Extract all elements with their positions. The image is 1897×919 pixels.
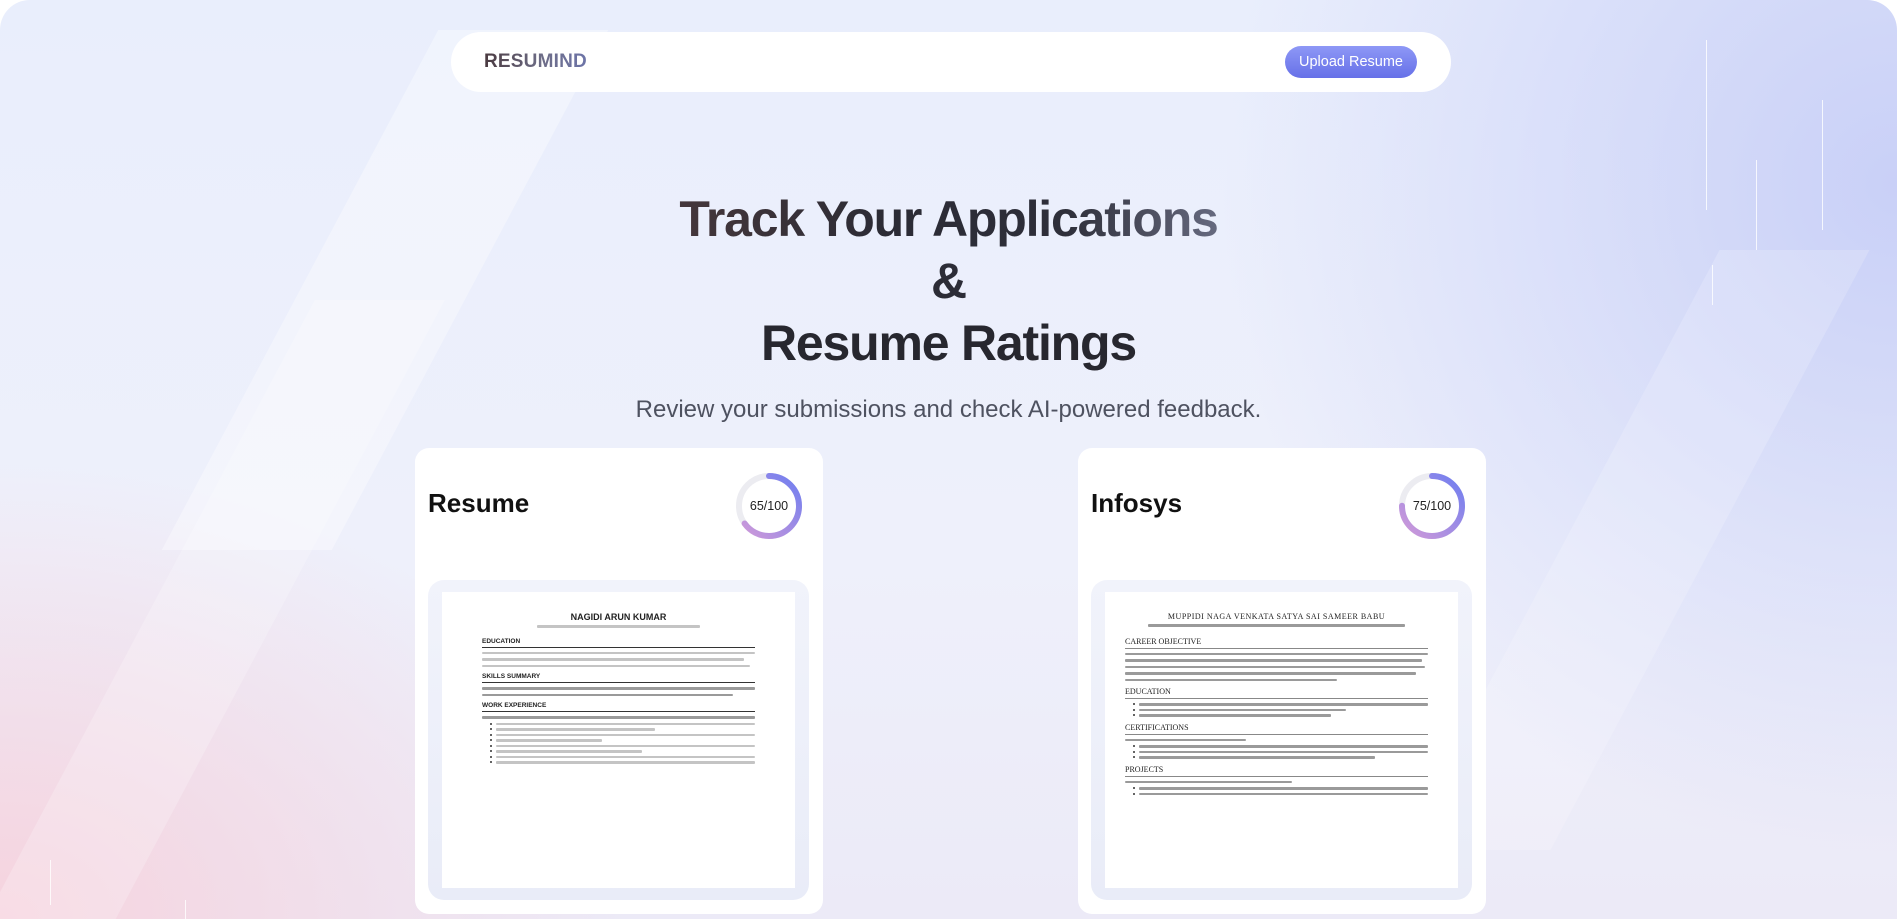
score-ring: 75/100 xyxy=(1398,472,1466,540)
resume-section-heading: CERTIFICATIONS xyxy=(1125,723,1428,735)
resume-card[interactable]: Infosys 75/100 MUPPIDI NAGA VENKATA SATY… xyxy=(1078,448,1486,914)
decorative-line xyxy=(50,860,51,905)
hero-section: Track Your Applications & Resume Ratings… xyxy=(0,188,1897,424)
upload-resume-button[interactable]: Upload Resume xyxy=(1285,46,1417,78)
resume-document-image: MUPPIDI NAGA VENKATA SATYA SAI SAMEER BA… xyxy=(1105,592,1458,888)
resume-section-heading: EDUCATION xyxy=(1125,687,1428,699)
decorative-line xyxy=(1706,40,1707,210)
page-background: RESUMIND Upload Resume Track Your Applic… xyxy=(0,0,1897,919)
resume-section-heading: CAREER OBJECTIVE xyxy=(1125,637,1428,649)
resume-card[interactable]: Resume 65/100 NAGIDI ARUN KUMAR EDUCATIO… xyxy=(415,448,823,914)
resume-preview[interactable]: NAGIDI ARUN KUMAR EDUCATION SKILLS SUMMA… xyxy=(428,580,809,900)
score-value: 65/100 xyxy=(749,499,789,513)
card-title: Infosys xyxy=(1091,488,1183,518)
score-value: 75/100 xyxy=(1412,499,1452,513)
resume-section-heading: WORK EXPERIENCE xyxy=(482,702,755,712)
resume-contact-line xyxy=(1125,624,1428,627)
score-ring: 65/100 xyxy=(735,472,803,540)
page-title-line-2: Resume Ratings xyxy=(761,315,1137,371)
card-title: Resume xyxy=(428,488,530,518)
resume-candidate-name: MUPPIDI NAGA VENKATA SATYA SAI SAMEER BA… xyxy=(1167,612,1386,621)
resume-preview[interactable]: MUPPIDI NAGA VENKATA SATYA SAI SAMEER BA… xyxy=(1091,580,1472,900)
resume-section-heading: EDUCATION xyxy=(482,638,755,648)
resume-section-heading: PROJECTS xyxy=(1125,765,1428,777)
decorative-line xyxy=(185,900,186,919)
resume-section-heading: SKILLS SUMMARY xyxy=(482,673,755,683)
resume-contact-line xyxy=(482,625,755,628)
page-title: Track Your Applications & Resume Ratings xyxy=(0,188,1897,374)
brand-logo[interactable]: RESUMIND xyxy=(484,51,587,73)
resume-document-image: NAGIDI ARUN KUMAR EDUCATION SKILLS SUMMA… xyxy=(442,592,795,888)
navbar: RESUMIND Upload Resume xyxy=(451,32,1451,92)
page-title-line-1: Track Your Applications & xyxy=(659,188,1239,312)
page-subtitle: Review your submissions and check AI-pow… xyxy=(635,396,1262,423)
resume-candidate-name: NAGIDI ARUN KUMAR xyxy=(570,612,667,622)
